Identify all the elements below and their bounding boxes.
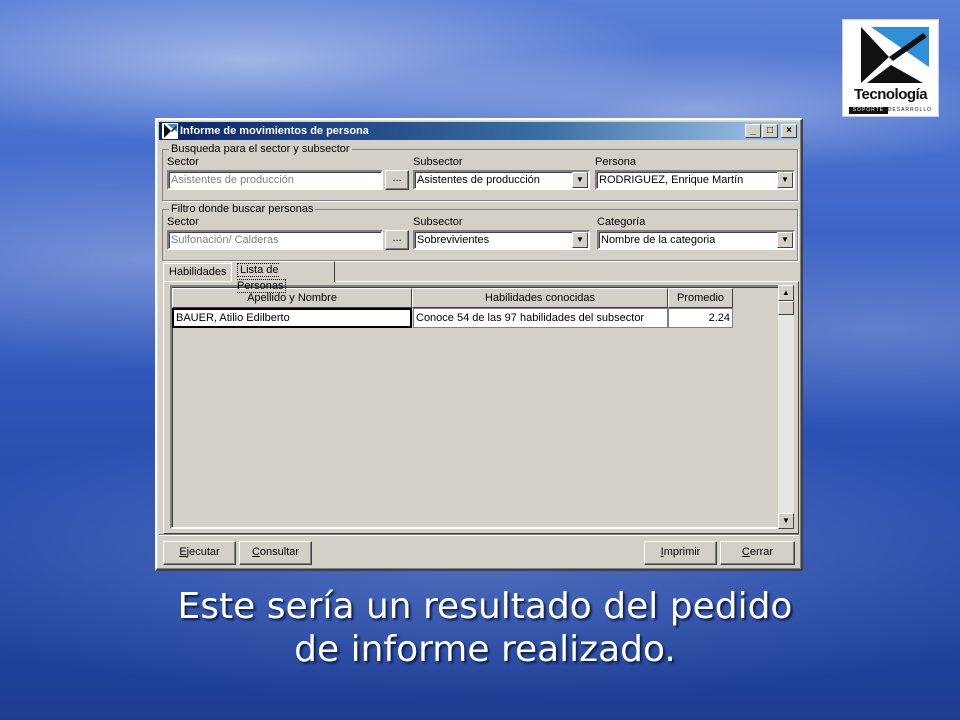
button-bar-divider <box>159 534 799 535</box>
company-logo: Tecnología SOPORTE DESARROLLO <box>842 19 939 117</box>
lista-personas-panel: Apellido y Nombre Habilidades conocidas … <box>163 281 799 534</box>
consultar-accesskey: C <box>251 546 260 558</box>
search-subsector-select[interactable]: Asistentes de producción ▼ <box>413 170 590 190</box>
ejecutar-button[interactable]: Ejecutar <box>163 541 236 565</box>
filter-group-title: Filtro donde buscar personas <box>169 202 316 216</box>
tab-habilidades[interactable]: Habilidades <box>163 263 232 281</box>
search-group: Busqueda para el sector y subsector Sect… <box>162 142 798 201</box>
table-cell-promedio[interactable]: 2.24 <box>668 308 733 328</box>
logo-mark-icon <box>861 27 929 83</box>
imprimir-label: mprimir <box>663 546 701 558</box>
logo-tagline-left: SOPORTE <box>849 107 888 114</box>
column-header-habilidades[interactable]: Habilidades conocidas <box>412 288 668 308</box>
persona-label: Persona <box>595 156 636 168</box>
column-header-promedio[interactable]: Promedio <box>668 288 733 308</box>
tab-lista-personas[interactable]: Lista de Personas <box>231 261 335 293</box>
scroll-thumb[interactable] <box>778 301 794 315</box>
logo-tagline: SOPORTE DESARROLLO <box>849 107 932 114</box>
filter-sector-label: Sector <box>167 216 199 228</box>
filter-sector-field[interactable]: Sulfonación/ Calderas <box>167 230 383 250</box>
consultar-label: onsultar <box>259 546 300 558</box>
categoria-label: Categoría <box>597 216 646 228</box>
search-sector-label: Sector <box>167 156 199 168</box>
filter-subsector-select[interactable]: Sobrevivientes ▼ <box>413 230 590 250</box>
cerrar-button[interactable]: Cerrar <box>720 541 795 565</box>
report-window: Informe de movimientos de persona _ □ × … <box>155 118 803 571</box>
scroll-up-icon[interactable]: ▲ <box>778 285 794 301</box>
table-cell-apellido[interactable]: BAUER, Atilio Edilberto <box>172 308 412 328</box>
caption-line-1: Este sería un resultado del pedido <box>177 586 793 627</box>
chevron-down-icon[interactable]: ▼ <box>777 172 793 188</box>
filter-sector-browse-button[interactable]: ... <box>385 230 409 250</box>
search-subsector-label: Subsector <box>413 156 463 168</box>
close-button[interactable]: × <box>781 124 797 138</box>
categoria-select[interactable]: Nombre de la categoria ▼ <box>597 230 795 250</box>
personas-grid: Apellido y Nombre Habilidades conocidas … <box>170 285 784 529</box>
window-titlebar[interactable]: Informe de movimientos de persona _ □ × <box>159 122 799 140</box>
logo-tagline-right: DESARROLLO <box>887 107 932 114</box>
app-icon <box>162 123 178 139</box>
search-group-title: Busqueda para el sector y subsector <box>169 142 352 156</box>
column-header-apellido[interactable]: Apellido y Nombre <box>172 288 412 308</box>
chevron-down-icon[interactable]: ▼ <box>777 232 793 248</box>
search-sector-browse-button[interactable]: ... <box>385 170 409 190</box>
ejecutar-label: jecutar <box>186 546 220 558</box>
filter-subsector-value: Sobrevivientes <box>417 234 490 246</box>
consultar-button[interactable]: Consultar <box>239 541 312 565</box>
search-subsector-value: Asistentes de producción <box>417 174 540 186</box>
categoria-value: Nombre de la categoria <box>601 234 716 246</box>
chevron-down-icon[interactable]: ▼ <box>572 232 588 248</box>
cerrar-label: errar <box>749 546 774 558</box>
persona-select[interactable]: RODRIGUEZ, Enrique Martín ▼ <box>595 170 795 190</box>
scroll-down-icon[interactable]: ▼ <box>778 513 794 529</box>
persona-value: RODRIGUEZ, Enrique Martín <box>599 174 744 186</box>
logo-name: Tecnología <box>853 86 928 103</box>
tab-lista-personas-label: Lista de Personas <box>237 263 287 293</box>
filter-subsector-label: Subsector <box>413 216 463 228</box>
caption-line-2: de informe realizado. <box>294 629 676 670</box>
ejecutar-accesskey: E <box>179 546 187 558</box>
table-cell-habilidades[interactable]: Conoce 54 de las 97 habilidades del subs… <box>413 308 668 328</box>
filter-group: Filtro donde buscar personas Sector Sulf… <box>162 202 798 261</box>
grid-vertical-scrollbar[interactable]: ▲ ▼ <box>778 285 794 529</box>
minimize-button[interactable]: _ <box>745 124 761 138</box>
imprimir-button[interactable]: Imprimir <box>644 541 717 565</box>
slide-caption: Este sería un resultado del pedido de in… <box>120 585 850 671</box>
search-sector-field[interactable]: Asistentes de producción <box>167 170 383 190</box>
tab-habilidades-label: Habilidades <box>169 266 227 278</box>
chevron-down-icon[interactable]: ▼ <box>572 172 588 188</box>
maximize-button[interactable]: □ <box>762 124 778 138</box>
cerrar-accesskey: C <box>741 546 750 558</box>
window-title: Informe de movimientos de persona <box>180 125 369 137</box>
